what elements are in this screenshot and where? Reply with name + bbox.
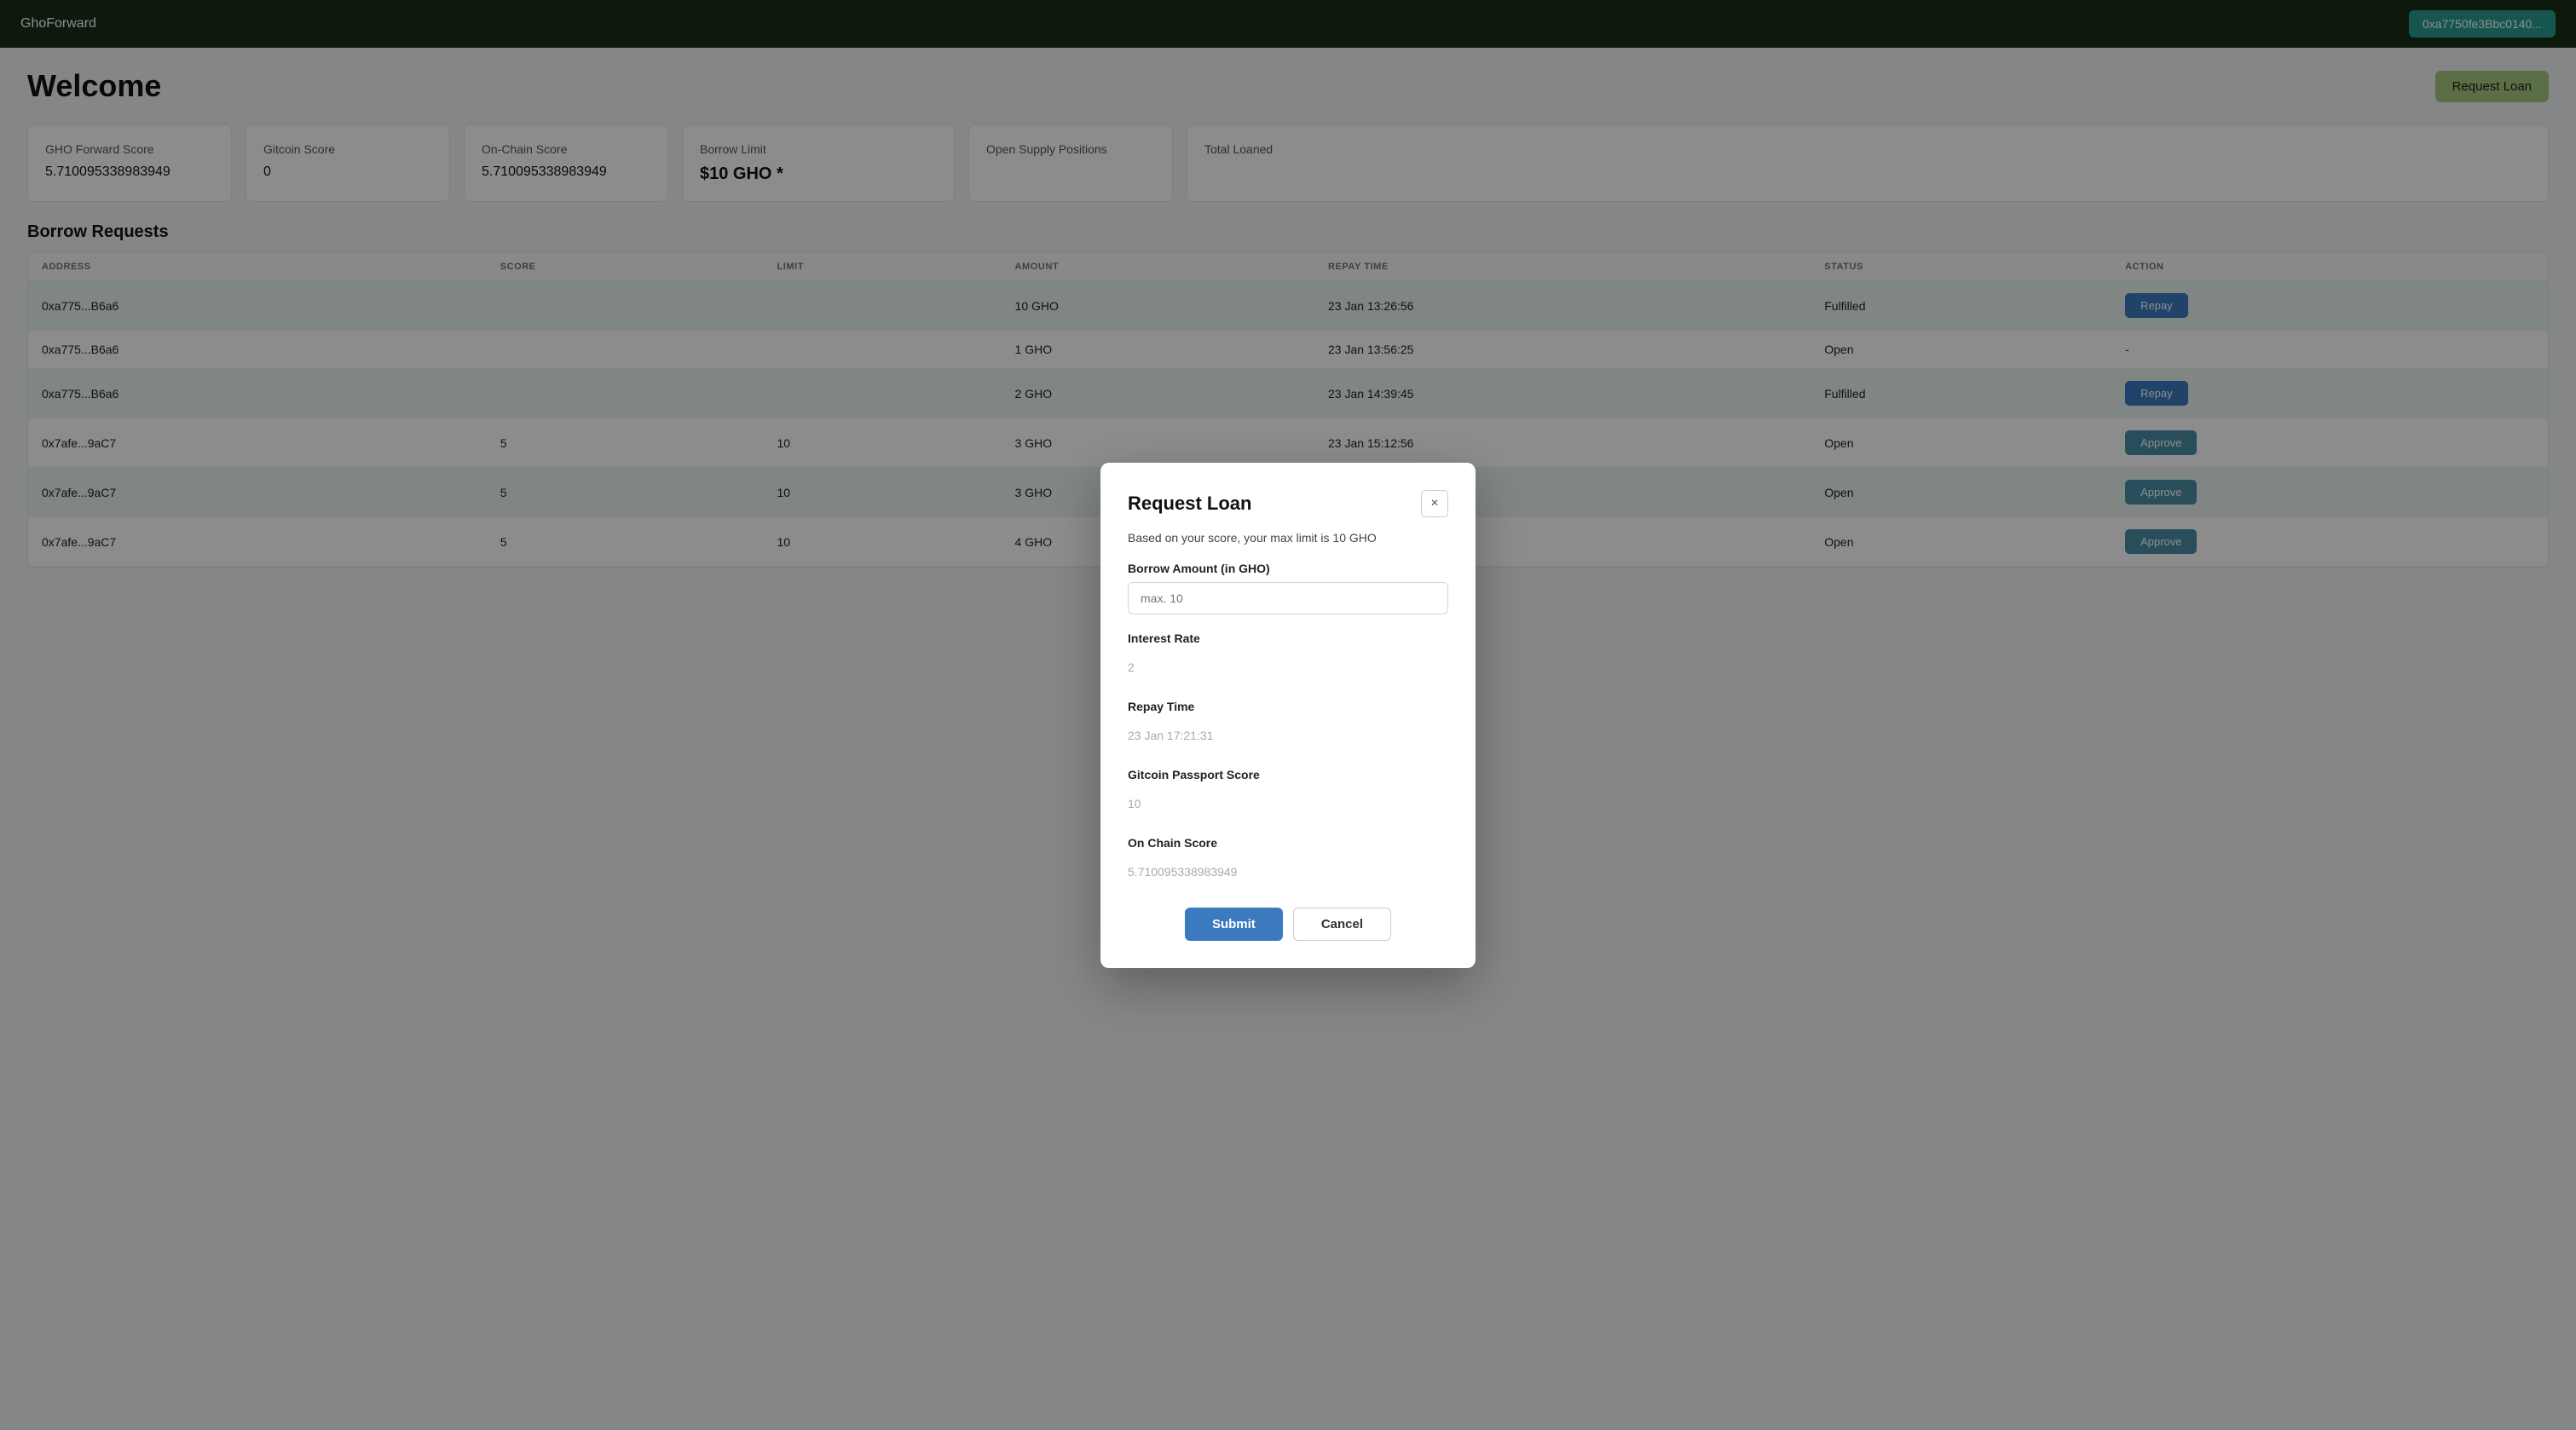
close-icon: × — [1430, 496, 1438, 511]
repay-time-value: 23 Jan 17:21:31 — [1128, 720, 1448, 751]
on-chain-score-label: On Chain Score — [1128, 836, 1448, 850]
modal-title: Request Loan — [1128, 493, 1251, 515]
repay-time-label: Repay Time — [1128, 700, 1448, 713]
gitcoin-score-label: Gitcoin Passport Score — [1128, 768, 1448, 781]
on-chain-score-group: On Chain Score 5.710095338983949 — [1128, 836, 1448, 887]
repay-time-group: Repay Time 23 Jan 17:21:31 — [1128, 700, 1448, 751]
modal: Request Loan × Based on your score, your… — [1100, 463, 1476, 968]
cancel-button[interactable]: Cancel — [1293, 908, 1391, 941]
interest-rate-label: Interest Rate — [1128, 631, 1448, 645]
borrow-amount-label: Borrow Amount (in GHO) — [1128, 562, 1448, 575]
modal-actions: Submit Cancel — [1128, 908, 1448, 941]
borrow-amount-group: Borrow Amount (in GHO) — [1128, 562, 1448, 614]
interest-rate-value: 2 — [1128, 652, 1448, 683]
modal-close-button[interactable]: × — [1421, 490, 1448, 517]
interest-rate-group: Interest Rate 2 — [1128, 631, 1448, 683]
borrow-amount-input[interactable] — [1128, 582, 1448, 614]
modal-subtitle: Based on your score, your max limit is 1… — [1128, 531, 1448, 545]
modal-header: Request Loan × — [1128, 490, 1448, 517]
on-chain-score-value: 5.710095338983949 — [1128, 856, 1448, 887]
gitcoin-score-group: Gitcoin Passport Score 10 — [1128, 768, 1448, 819]
modal-overlay: Request Loan × Based on your score, your… — [0, 0, 2576, 1430]
gitcoin-score-value: 10 — [1128, 788, 1448, 819]
submit-button[interactable]: Submit — [1185, 908, 1283, 941]
